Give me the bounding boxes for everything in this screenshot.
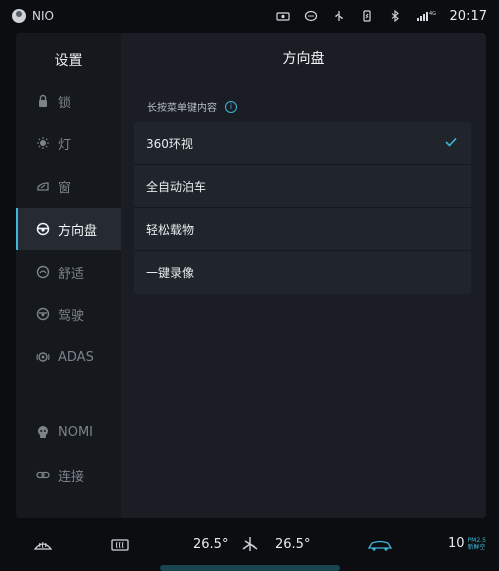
car-airflow-icon[interactable] [367, 537, 393, 553]
sidebar-item-nomi[interactable]: NOMI [16, 411, 121, 453]
option-label: 轻松载物 [146, 222, 195, 237]
sidebar-item-light[interactable]: 灯 [16, 122, 121, 164]
link-icon [36, 471, 50, 479]
sidebar-item-comfort[interactable]: 舒适 [16, 251, 121, 293]
steering-wheel-icon [36, 222, 50, 236]
comfort-icon [36, 265, 50, 279]
user-avatar-icon[interactable] [12, 9, 26, 23]
section-label-text: 长按菜单键内容 [147, 103, 217, 114]
rear-defrost-icon[interactable] [110, 537, 130, 553]
clock: 20:17 [449, 8, 487, 24]
page-title: 方向盘 [282, 51, 325, 67]
sidebar-item-label: 窗 [58, 180, 72, 196]
sidebar-item-lock[interactable]: 锁 [16, 80, 121, 122]
pm25-label: PM2.5 [467, 537, 486, 544]
right-temperature[interactable]: 26.5° [275, 537, 310, 552]
sidebar-item-driving[interactable]: 驾驶 [16, 293, 121, 335]
sidebar-item-label: 方向盘 [58, 223, 98, 239]
sidebar-item-label: NOMI [58, 424, 94, 440]
sidebar-item-label: 锁 [58, 95, 72, 111]
pm25-labels: PM2.5 新鲜空 [468, 537, 486, 551]
menu-key-option-list: 360环视 全自动泊车 轻松载物 一键录像 [134, 122, 471, 294]
climate-bar: 26.5° 26.5° 10 PM2.5 新鲜空 [0, 525, 499, 565]
option-label: 360环视 [146, 136, 193, 151]
adas-icon [36, 352, 50, 362]
message-icon [304, 10, 318, 22]
option-easy-loading[interactable]: 轻松载物 [134, 208, 471, 251]
driving-icon [36, 307, 50, 321]
sidebar-item-window[interactable]: 窗 [16, 165, 121, 207]
sidebar-item-label: ADAS [58, 349, 94, 365]
sidebar-item-label: 连接 [58, 469, 85, 485]
option-label: 一键录像 [146, 266, 195, 280]
status-right: 4G 20:17 [275, 8, 487, 24]
status-bar: NIO 4G 20:17 [0, 0, 499, 32]
ambient-light-strip [160, 565, 340, 571]
pm25-value: 10 [448, 536, 465, 551]
option-one-key-recording[interactable]: 一键录像 [134, 251, 471, 294]
info-icon[interactable]: i [225, 100, 237, 113]
pm25-status: 新鲜空 [467, 544, 486, 551]
dashcam-icon [275, 10, 290, 22]
bluetooth-icon [388, 10, 402, 22]
sidebar-title: 设置 [54, 53, 83, 69]
status-left: NIO [12, 9, 54, 23]
light-icon [37, 137, 49, 149]
option-auto-parking[interactable]: 全自动泊车 [134, 165, 471, 208]
sidebar-item-label: 灯 [58, 137, 72, 153]
fan-airflow-icon[interactable] [239, 535, 261, 553]
sidebar-item-label: 驾驶 [58, 308, 85, 324]
option-label: 全自动泊车 [146, 179, 207, 194]
sidebar-item-connection[interactable]: 连接 [16, 454, 121, 496]
left-temperature[interactable]: 26.5° [193, 537, 228, 552]
nomi-icon [38, 426, 48, 438]
checkmark-icon [445, 137, 457, 147]
sidebar-item-steering-wheel[interactable]: 方向盘 [16, 208, 121, 250]
settings-panel: 设置 锁 灯 窗 方向盘 舒适 驾驶 ADAS NOMI 连接 方向盘 长按菜单… [16, 33, 486, 518]
sidebar-item-label: 舒适 [58, 266, 85, 282]
network-type-label: 4G [429, 11, 436, 17]
sidebar-item-adas[interactable]: ADAS [16, 336, 121, 378]
carrier-label: NIO [32, 9, 54, 23]
usb-icon [332, 10, 346, 22]
front-defrost-icon[interactable] [33, 537, 53, 553]
air-quality-indicator[interactable]: 10 PM2.5 新鲜空 [448, 536, 486, 551]
settings-sidebar: 设置 锁 灯 窗 方向盘 舒适 驾驶 ADAS NOMI 连接 [16, 33, 121, 518]
option-360-view[interactable]: 360环视 [134, 122, 471, 165]
section-label: 长按菜单键内容 i [147, 99, 237, 114]
wireless-charging-icon [360, 10, 374, 22]
signal-icon: 4G [416, 10, 436, 22]
window-icon [37, 182, 49, 191]
lock-icon [39, 94, 47, 107]
